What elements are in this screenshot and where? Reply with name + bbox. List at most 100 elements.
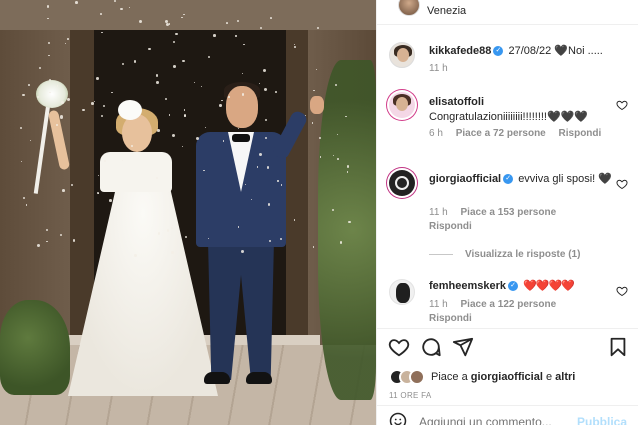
- reply-button[interactable]: Rispondi: [559, 128, 602, 139]
- groom-shoe-left: [204, 372, 230, 384]
- heart-icon[interactable]: [388, 336, 410, 358]
- confetti-piece: [256, 166, 259, 168]
- avatar[interactable]: [389, 279, 415, 305]
- liked-by-avatars: [389, 369, 429, 385]
- confetti-piece: [269, 17, 272, 20]
- confetti-piece: [66, 98, 70, 102]
- confetti-piece: [27, 84, 30, 86]
- confetti-piece: [82, 109, 85, 112]
- confetti-piece: [91, 102, 94, 105]
- confetti-piece: [65, 42, 67, 44]
- plants-right: [318, 60, 376, 400]
- comment-likes[interactable]: Piace a 122 persone: [461, 299, 557, 310]
- publish-button[interactable]: Pubblica: [577, 415, 627, 425]
- comment-meta: 11 h: [429, 63, 458, 74]
- confetti-piece: [22, 93, 25, 96]
- caption: kikkafede88 ✓ 27/08/22 🖤Noi .....: [429, 44, 625, 59]
- confetti-piece: [208, 237, 210, 239]
- confetti-piece: [244, 183, 246, 185]
- confetti-piece: [267, 203, 270, 206]
- confetti-piece: [236, 19, 240, 22]
- post-photo[interactable]: [0, 0, 376, 425]
- avatar[interactable]: [389, 42, 415, 68]
- verified-badge-icon: ✓: [508, 280, 519, 291]
- actions-divider: [377, 328, 638, 329]
- hair-flower: [118, 100, 142, 120]
- confetti-piece: [59, 115, 63, 119]
- door-frame-left: [70, 0, 94, 345]
- door-frame-right: [286, 0, 308, 345]
- reply-button[interactable]: Rispondi: [429, 313, 472, 324]
- confetti-piece: [183, 13, 185, 16]
- smiley-icon[interactable]: [389, 412, 407, 425]
- comment-username[interactable]: elisatoffoli: [429, 96, 484, 108]
- comment-time[interactable]: 11 h: [429, 207, 448, 218]
- confetti-piece: [222, 140, 224, 142]
- heart-icon[interactable]: [616, 99, 628, 111]
- reply-button[interactable]: Rispondi: [429, 221, 472, 232]
- avatar[interactable]: [389, 92, 415, 118]
- confetti-piece: [168, 23, 170, 25]
- confetti-piece: [166, 229, 170, 232]
- confetti-piece: [130, 144, 133, 147]
- avatar-face: [396, 97, 408, 111]
- confetti-piece: [37, 95, 40, 98]
- view-replies-label: Visualizza le risposte (1): [465, 249, 581, 260]
- comment-time[interactable]: 11 h: [429, 63, 448, 74]
- post-timestamp[interactable]: 11 ORE FA: [389, 391, 432, 400]
- comment-username[interactable]: giorgiaofficial: [429, 173, 501, 185]
- comment-text: evviva gli sposi! 🖤: [518, 173, 612, 185]
- confetti-piece: [266, 166, 269, 169]
- comment-input[interactable]: [419, 415, 569, 425]
- liked-others[interactable]: altri: [555, 371, 575, 383]
- confetti-piece: [96, 192, 99, 195]
- plants-left: [0, 300, 70, 395]
- liked-by-text: Piace a giorgiaofficial e altri: [431, 371, 575, 383]
- confetti-piece: [241, 249, 245, 253]
- confetti-piece: [174, 32, 178, 36]
- confetti-piece: [170, 226, 173, 230]
- heart-icon[interactable]: [616, 178, 628, 190]
- view-replies-button[interactable]: Visualizza le risposte (1): [429, 249, 580, 260]
- comment-meta: 11 h Piace a 153 persone: [429, 207, 566, 218]
- avatar-logo: [395, 176, 409, 190]
- heart-icon[interactable]: [616, 285, 628, 297]
- confetti-piece: [293, 46, 296, 49]
- confetti-piece: [46, 5, 50, 8]
- confetti-piece: [346, 171, 349, 173]
- bookmark-icon[interactable]: [607, 336, 629, 358]
- add-comment-bar: Pubblica: [377, 405, 638, 425]
- confetti-piece: [47, 17, 49, 20]
- paper-plane-icon[interactable]: [452, 336, 474, 358]
- confetti-piece: [20, 126, 23, 129]
- comment-text: Congratulazioniiiiiiii!!!!!!!!🖤🖤🖤: [429, 111, 589, 123]
- confetti-piece: [22, 196, 25, 199]
- confetti-piece: [279, 237, 282, 241]
- comment-time[interactable]: 6 h: [429, 128, 443, 139]
- liked-username[interactable]: giorgiaofficial: [471, 371, 543, 383]
- groom-shoe-right: [246, 372, 272, 384]
- comment: giorgiaofficial ✓ evviva gli sposi! 🖤: [429, 172, 625, 187]
- comment-text: ❤️❤️❤️❤️: [523, 280, 575, 292]
- post-header: Venezia: [377, 0, 638, 22]
- comment-likes[interactable]: Piace a 153 persone: [461, 207, 557, 218]
- confetti-piece: [120, 7, 123, 10]
- post-location[interactable]: Venezia: [427, 5, 466, 17]
- comment-icon[interactable]: [420, 336, 442, 358]
- header-divider: [377, 24, 638, 25]
- header-avatar[interactable]: [398, 0, 420, 16]
- comment-time[interactable]: 11 h: [429, 299, 448, 310]
- confetti-piece: [332, 208, 335, 211]
- verified-badge-icon: ✓: [493, 45, 504, 56]
- comments-panel: Venezia kikkafede88 ✓ 27/08/22 🖤Noi .....…: [376, 0, 638, 425]
- comment-username[interactable]: kikkafede88: [429, 45, 491, 57]
- avatar[interactable]: [389, 170, 415, 196]
- confetti-piece: [182, 59, 185, 63]
- bow-tie: [232, 134, 250, 142]
- confetti-piece: [113, 0, 116, 2]
- avatar-face: [397, 48, 409, 62]
- confetti-piece: [348, 220, 351, 224]
- comment-username[interactable]: femheemskerk: [429, 280, 506, 292]
- comment-likes[interactable]: Piace a 72 persone: [456, 128, 546, 139]
- comment: femheemskerk ✓ ❤️❤️❤️❤️: [429, 279, 625, 294]
